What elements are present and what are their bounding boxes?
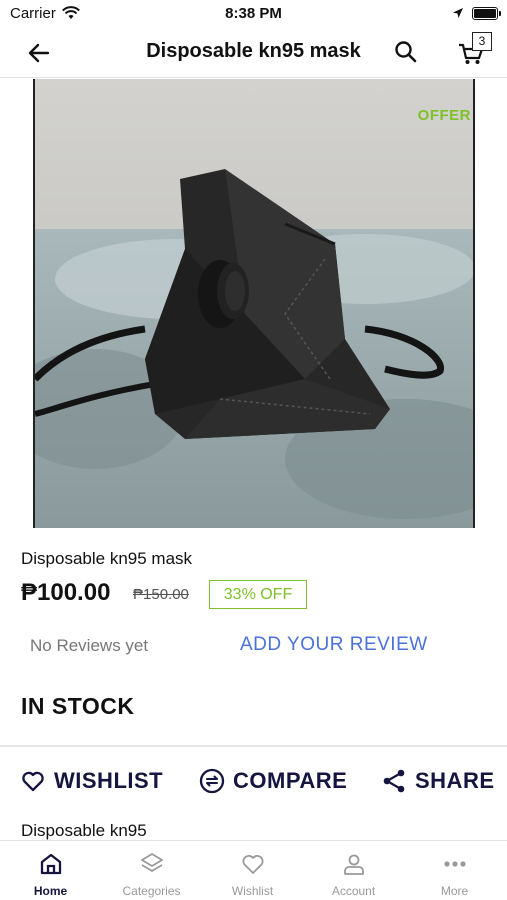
- layers-icon: [141, 853, 163, 872]
- nav-account-label: Account: [331, 884, 376, 898]
- share-icon: [383, 769, 405, 793]
- price: ₱100.00: [21, 579, 111, 606]
- nav-account[interactable]: Account: [303, 841, 404, 900]
- divider: [0, 745, 507, 747]
- compare-label: COMPARE: [233, 768, 348, 793]
- heart-icon: [242, 855, 264, 874]
- description-title: Disposable kn95: [21, 821, 147, 840]
- share-label: SHARE: [415, 768, 495, 793]
- product-image[interactable]: OFFER: [33, 79, 475, 528]
- page-title: Disposable kn95 mask: [146, 40, 361, 62]
- home-icon: [40, 853, 62, 875]
- discount-badge: 33% OFF: [209, 580, 307, 609]
- nav-more-label: More: [440, 884, 469, 898]
- nav-wishlist[interactable]: Wishlist: [202, 841, 303, 900]
- old-price: ₱150.00: [133, 586, 189, 603]
- location-arrow-icon: [453, 8, 463, 18]
- user-icon: [344, 854, 364, 875]
- more-dots-icon: [444, 861, 466, 867]
- reviews-text: No Reviews yet: [30, 636, 149, 655]
- bottom-nav: Home Categories Wishlist Account More: [0, 840, 507, 900]
- nav-more[interactable]: More: [404, 841, 505, 900]
- cart-count-badge: 3: [472, 32, 492, 51]
- nav-wishlist-label: Wishlist: [231, 884, 274, 898]
- battery-icon: [472, 7, 501, 20]
- heart-icon: [22, 771, 44, 792]
- wishlist-button[interactable]: WISHLIST: [20, 765, 163, 797]
- status-bar: Carrier 8:38 PM: [0, 0, 507, 28]
- wishlist-label: WISHLIST: [54, 768, 164, 793]
- compare-icon: [199, 768, 225, 794]
- search-icon[interactable]: [393, 39, 419, 65]
- nav-home-label: Home: [33, 884, 68, 898]
- product-name: Disposable kn95 mask: [21, 549, 193, 568]
- nav-categories[interactable]: Categories: [101, 841, 202, 900]
- mask-photo: [35, 79, 473, 528]
- compare-button[interactable]: COMPARE: [199, 765, 347, 797]
- app-header: Disposable kn95 mask 3: [0, 28, 507, 78]
- stock-status: IN STOCK: [21, 693, 135, 719]
- offer-tag: OFFER: [417, 107, 471, 124]
- add-review-link[interactable]: ADD YOUR REVIEW: [240, 634, 428, 656]
- share-button[interactable]: SHARE: [381, 765, 495, 797]
- nav-categories-label: Categories: [122, 884, 181, 898]
- clock: 8:38 PM: [225, 5, 282, 22]
- nav-home[interactable]: Home: [0, 841, 101, 900]
